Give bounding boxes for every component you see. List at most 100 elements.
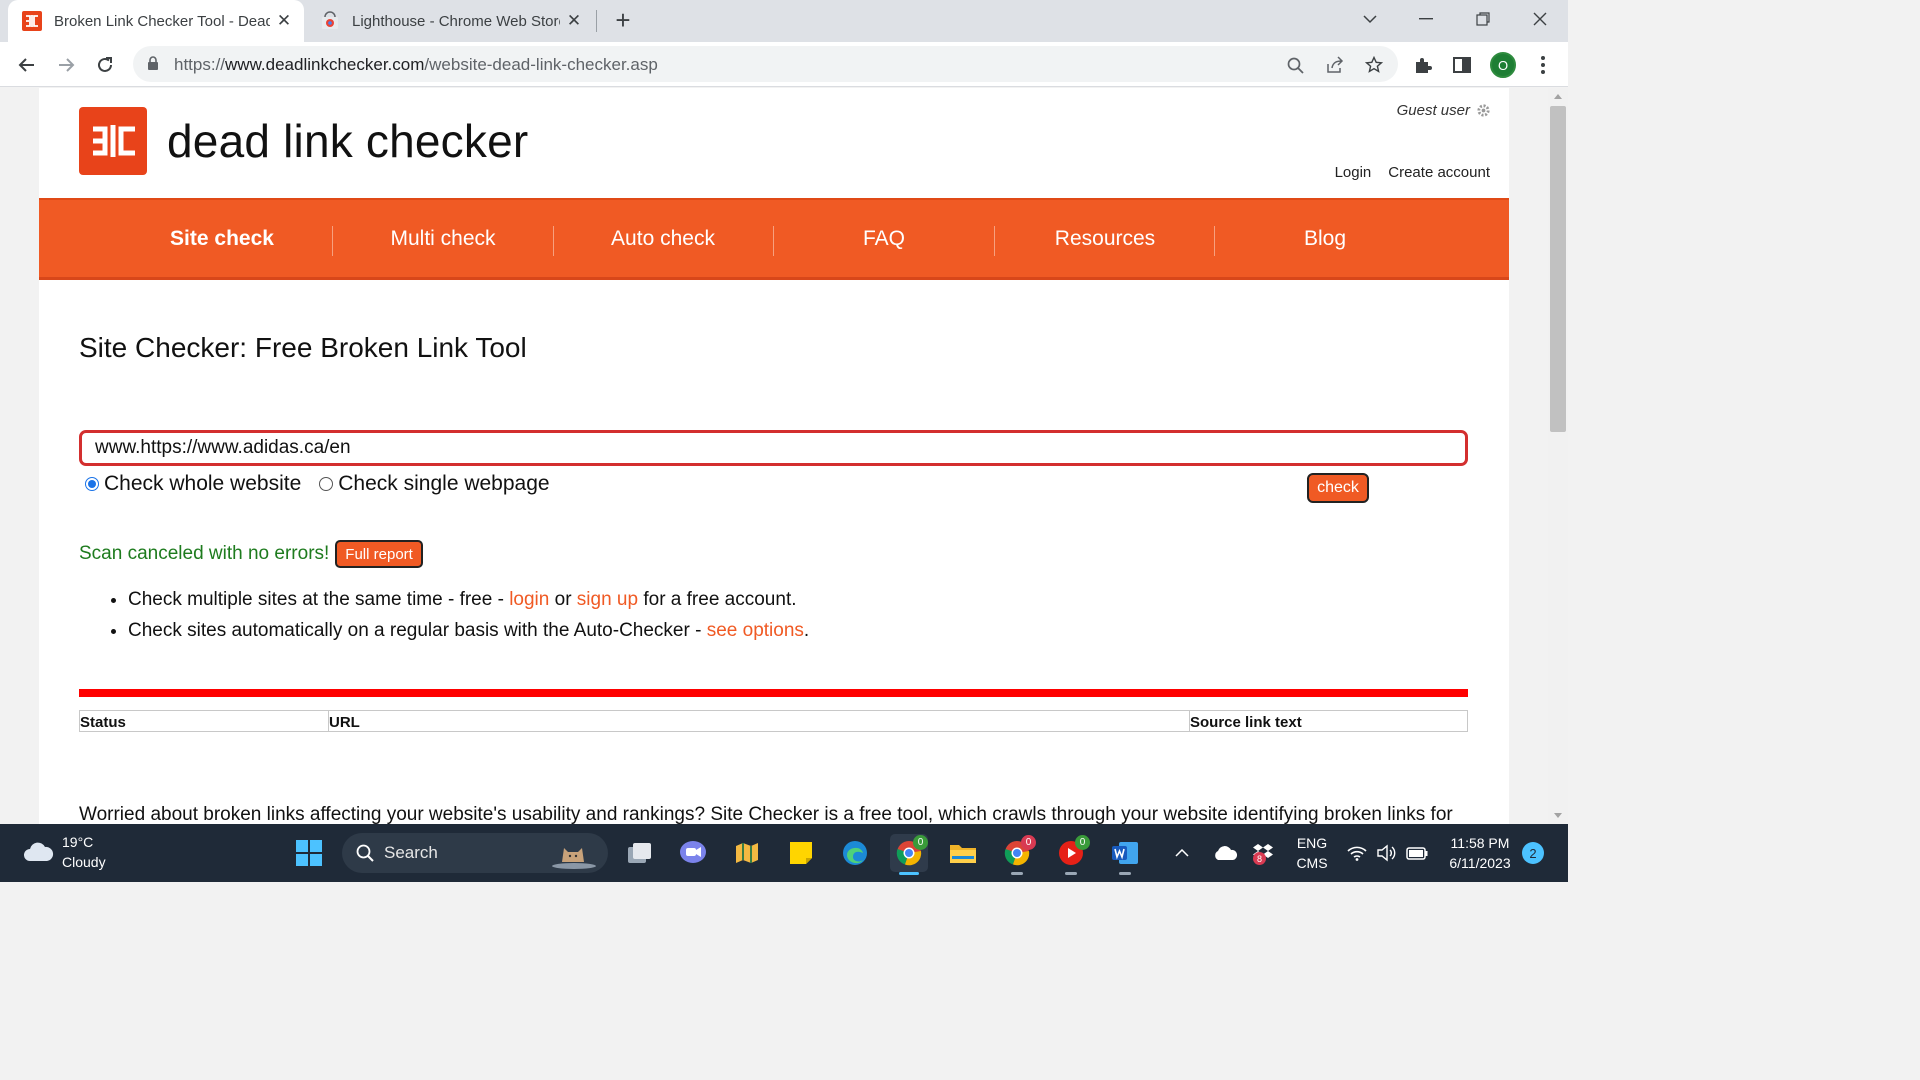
- new-tab-button[interactable]: +: [608, 6, 638, 36]
- weather-widget[interactable]: 19°C Cloudy: [22, 832, 106, 872]
- zoom-search-icon[interactable]: [1284, 54, 1306, 76]
- volume-button[interactable]: [1373, 834, 1399, 872]
- task-view-icon: [628, 843, 651, 863]
- nav-resources[interactable]: Resources: [995, 200, 1215, 278]
- nav-site-check[interactable]: Site check: [112, 200, 332, 278]
- share-icon[interactable]: [1324, 54, 1346, 76]
- forward-icon[interactable]: [49, 48, 83, 82]
- task-view-button[interactable]: [620, 834, 658, 872]
- tab-broken-link-checker[interactable]: Broken Link Checker Tool - Dead ✕: [8, 0, 304, 42]
- word-button[interactable]: [1106, 834, 1144, 875]
- tab-search-icon[interactable]: [1342, 0, 1398, 38]
- word-icon: [1112, 842, 1138, 864]
- chrome-profile-button[interactable]: 0: [998, 834, 1036, 875]
- check-button[interactable]: check: [1307, 473, 1369, 503]
- nav-blog[interactable]: Blog: [1215, 200, 1435, 278]
- sticky-notes-button[interactable]: [782, 834, 820, 872]
- create-account-link[interactable]: Create account: [1388, 164, 1490, 181]
- column-source-link-text[interactable]: Source link text: [1189, 710, 1468, 732]
- scan-status-text: Scan canceled with no errors!: [79, 543, 330, 564]
- tab-lighthouse[interactable]: Lighthouse - Chrome Web Store ✕: [306, 0, 594, 42]
- full-report-button[interactable]: Full report: [335, 540, 423, 568]
- back-icon[interactable]: [10, 48, 44, 82]
- guest-user-label: Guest user: [1396, 102, 1470, 119]
- radio-single-webpage[interactable]: [319, 477, 334, 491]
- nav-multi-check[interactable]: Multi check: [333, 200, 553, 278]
- url-scheme: https://: [174, 55, 226, 74]
- onedrive-cloud-icon: [1215, 846, 1238, 860]
- scan-mode-options: Check whole website Check single webpage: [85, 472, 568, 496]
- tab-separator: [596, 10, 597, 32]
- address-bar[interactable]: https://www.deadlinkchecker.com/website-…: [133, 46, 1398, 82]
- page-viewport: dead link checker Guest user Login Creat…: [0, 88, 1548, 824]
- youtube-app-button[interactable]: 0: [1052, 834, 1090, 875]
- results-table: Status URL Source link text: [79, 710, 1468, 732]
- tab-bar: Broken Link Checker Tool - Dead ✕ Lighth…: [0, 0, 1568, 42]
- scroll-up-icon[interactable]: [1554, 94, 1562, 99]
- login-link[interactable]: login: [509, 589, 549, 610]
- file-explorer-button[interactable]: [944, 834, 982, 872]
- taskbar-search-label: Search: [384, 843, 438, 862]
- see-options-link[interactable]: see options: [707, 620, 804, 641]
- search-highlight-cat-icon: [552, 848, 596, 869]
- column-status[interactable]: Status: [80, 711, 329, 732]
- login-link[interactable]: Login: [1335, 164, 1372, 181]
- scroll-down-icon[interactable]: [1554, 813, 1562, 818]
- chrome-web-store-icon: [322, 11, 338, 29]
- url-input[interactable]: [79, 430, 1468, 466]
- guest-user-menu[interactable]: Guest user: [1397, 102, 1491, 119]
- app-button[interactable]: [728, 834, 766, 872]
- list-item: Check multiple sites at the same time - …: [128, 588, 809, 611]
- profile-avatar[interactable]: O: [1490, 52, 1516, 78]
- minimize-icon[interactable]: [1398, 0, 1454, 38]
- start-button[interactable]: [290, 834, 328, 872]
- teams-chat-button[interactable]: [674, 834, 712, 872]
- sign-up-link[interactable]: sign up: [577, 589, 638, 610]
- weather-temperature: 19°C: [62, 834, 94, 850]
- taskbar-search[interactable]: Search: [342, 833, 608, 873]
- kebab-menu-icon[interactable]: [1530, 52, 1556, 78]
- tab-close-icon[interactable]: ✕: [270, 11, 298, 31]
- battery-button[interactable]: [1403, 834, 1431, 872]
- bookmark-star-icon[interactable]: [1363, 54, 1385, 76]
- dropbox-badge: 8: [1253, 852, 1266, 865]
- language-code: ENG: [1296, 835, 1328, 851]
- edge-button[interactable]: [836, 834, 874, 872]
- battery-icon: [1406, 847, 1428, 860]
- intro-paragraph: Worried about broken links affecting you…: [79, 804, 1453, 824]
- scrollbar-thumb[interactable]: [1550, 106, 1566, 432]
- lock-icon[interactable]: [147, 56, 159, 71]
- radio-whole-website[interactable]: [85, 477, 99, 491]
- nav-faq[interactable]: FAQ: [774, 200, 994, 278]
- close-window-icon[interactable]: [1512, 0, 1568, 38]
- show-hidden-icons-button[interactable]: [1168, 834, 1196, 872]
- tab-title: Broken Link Checker Tool - Dead: [54, 12, 270, 30]
- side-panel-icon[interactable]: [1449, 52, 1475, 78]
- gear-icon[interactable]: [1476, 103, 1491, 118]
- url-path: /website-dead-link-checker.asp: [424, 55, 658, 74]
- clock[interactable]: 11:58 PM 6/11/2023: [1440, 833, 1520, 873]
- notification-badge[interactable]: 2: [1522, 842, 1544, 864]
- radio-whole-website-label[interactable]: Check whole website: [104, 472, 301, 496]
- weather-condition: Cloudy: [62, 854, 106, 870]
- site-logo-icon[interactable]: [79, 107, 147, 175]
- language-indicator[interactable]: ENG CMS: [1290, 833, 1334, 873]
- nav-auto-check[interactable]: Auto check: [553, 200, 773, 278]
- onedrive-button[interactable]: [1208, 834, 1242, 872]
- search-icon: [356, 844, 374, 862]
- site-logo-text[interactable]: dead link checker: [167, 114, 528, 168]
- radio-single-webpage-label[interactable]: Check single webpage: [338, 472, 549, 496]
- tab-close-icon[interactable]: ✕: [560, 11, 588, 31]
- clock-date: 6/11/2023: [1449, 855, 1511, 871]
- dropbox-button[interactable]: 8: [1246, 834, 1280, 872]
- restore-icon[interactable]: [1455, 0, 1511, 38]
- page-scrollbar[interactable]: [1548, 88, 1568, 824]
- reload-icon[interactable]: [88, 48, 122, 82]
- extensions-icon[interactable]: [1410, 52, 1436, 78]
- column-url[interactable]: URL: [328, 710, 1190, 732]
- account-links: Login Create account: [1335, 164, 1490, 181]
- open-indicator: [1011, 872, 1023, 875]
- chrome-button[interactable]: 0: [890, 834, 928, 875]
- wifi-button[interactable]: [1344, 834, 1370, 872]
- sticky-notes-icon: [790, 842, 812, 864]
